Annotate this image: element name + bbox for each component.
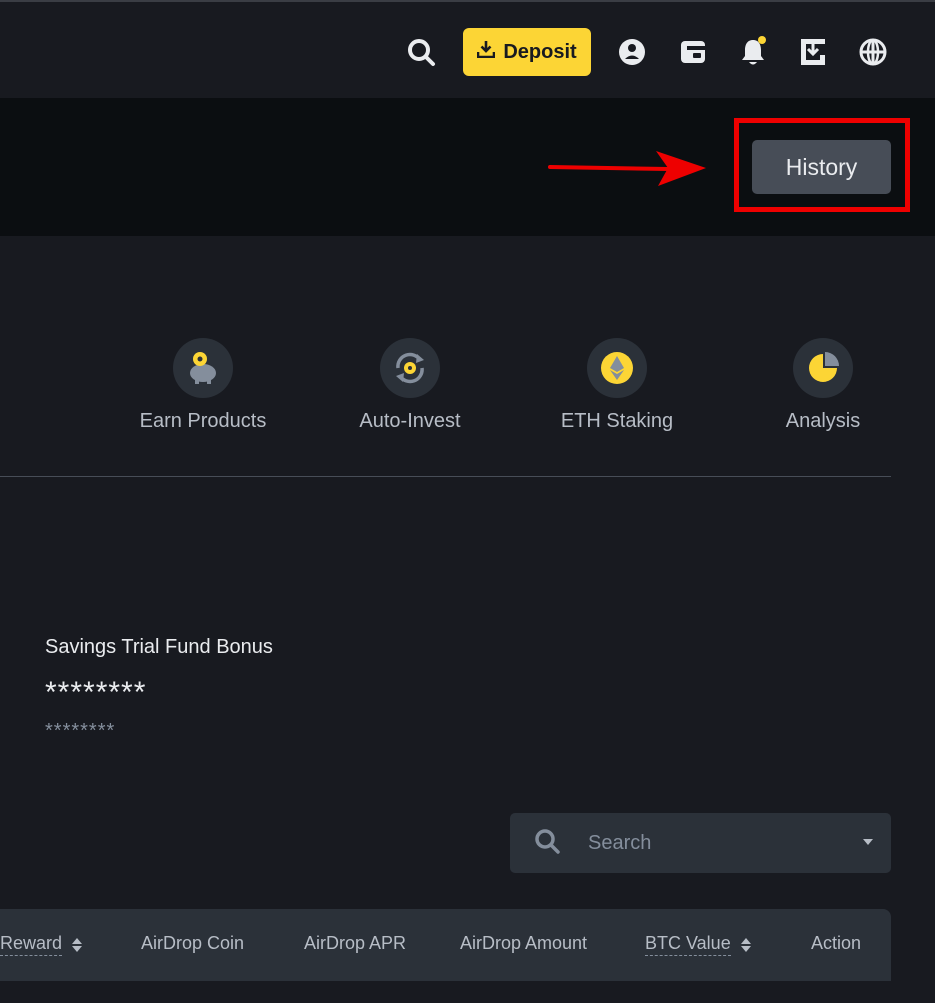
app-download-icon[interactable] xyxy=(795,34,831,70)
nav-label: Earn Products xyxy=(139,410,267,432)
search-icon[interactable] xyxy=(403,34,439,70)
nav-earn-products[interactable]: Earn Products xyxy=(118,338,288,433)
column-airdrop-amount: AirDrop Amount xyxy=(460,933,587,954)
column-label: AirDrop Coin xyxy=(141,933,245,953)
search-icon xyxy=(534,828,560,859)
search-input[interactable] xyxy=(588,831,828,855)
coin-search[interactable] xyxy=(510,813,891,873)
deposit-button[interactable]: Deposit xyxy=(463,28,591,76)
section-divider xyxy=(0,476,891,477)
red-arrow-annotation xyxy=(548,151,706,186)
sort-icon[interactable] xyxy=(740,937,751,952)
column-btc-value[interactable]: BTC Value xyxy=(645,933,751,956)
column-airdrop-coin: AirDrop Coin xyxy=(141,933,244,954)
bonus-title: Savings Trial Fund Bonus xyxy=(45,636,273,658)
sort-icon[interactable] xyxy=(72,937,83,952)
chevron-down-icon[interactable] xyxy=(863,839,873,845)
ethereum-icon xyxy=(587,338,647,398)
wallet-icon[interactable] xyxy=(675,34,711,70)
nav-label: Analysis xyxy=(785,410,861,432)
history-label: History xyxy=(785,153,858,180)
pie-chart-icon xyxy=(793,338,853,398)
auto-invest-icon xyxy=(380,338,440,398)
piggy-bank-icon xyxy=(173,338,233,398)
nav-analysis[interactable]: Analysis xyxy=(738,338,908,433)
bonus-sub-amount: ******** xyxy=(45,720,116,742)
user-icon[interactable] xyxy=(614,34,650,70)
history-button[interactable]: History xyxy=(752,140,891,194)
nav-label: ETH Staking xyxy=(560,410,674,432)
bonus-amount: ******** xyxy=(45,676,147,709)
column-label: Action xyxy=(811,933,862,953)
column-action: Action xyxy=(811,933,861,954)
column-label: BTC Value xyxy=(645,933,731,956)
download-icon xyxy=(477,40,496,64)
column-reward[interactable]: Reward xyxy=(0,933,83,956)
table-header: Reward AirDrop Coin AirDrop APR AirDrop … xyxy=(0,909,891,981)
bell-icon[interactable] xyxy=(735,34,771,70)
column-label: Reward xyxy=(0,933,63,956)
nav-label: Auto-Invest xyxy=(359,410,461,432)
nav-eth-staking[interactable]: ETH Staking xyxy=(532,338,702,433)
column-label: AirDrop APR xyxy=(304,933,407,953)
top-navigation-bar: Deposit xyxy=(0,0,935,98)
column-label: AirDrop Amount xyxy=(460,933,588,953)
nav-auto-invest[interactable]: Auto-Invest xyxy=(325,338,495,433)
column-airdrop-apr: AirDrop APR xyxy=(304,933,406,954)
deposit-label: Deposit xyxy=(503,40,577,63)
globe-icon[interactable] xyxy=(855,34,891,70)
